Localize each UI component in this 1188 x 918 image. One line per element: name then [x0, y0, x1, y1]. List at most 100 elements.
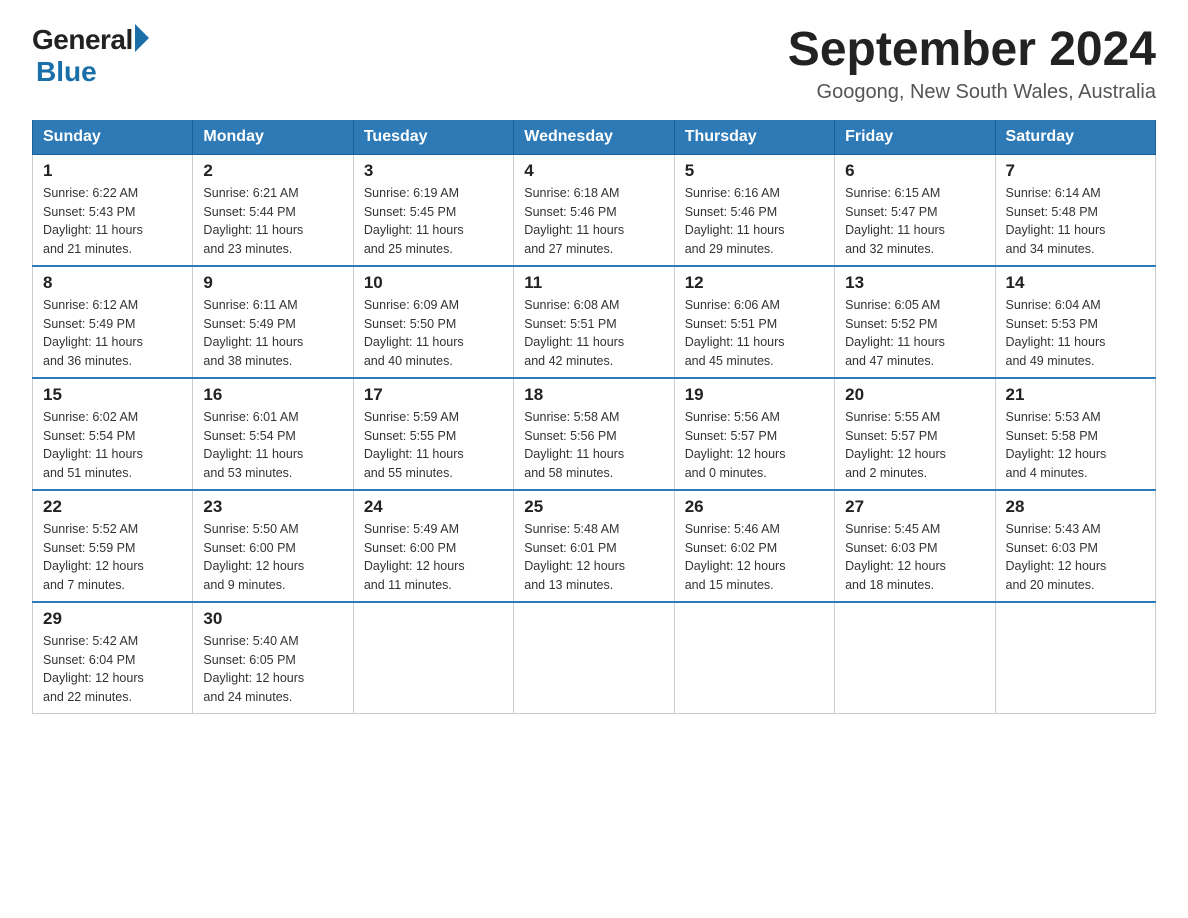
day-number: 8 [43, 273, 182, 293]
calendar-cell: 30 Sunrise: 5:40 AMSunset: 6:05 PMDayligh… [193, 602, 353, 714]
calendar-table: SundayMondayTuesdayWednesdayThursdayFrid… [32, 120, 1156, 714]
day-info: Sunrise: 6:09 AMSunset: 5:50 PMDaylight:… [364, 298, 464, 368]
calendar-cell: 22Sunrise: 5:52 AMSunset: 5:59 PMDayligh… [33, 490, 193, 602]
calendar-cell: 15 Sunrise: 6:02 AMSunset: 5:54 PMDayligh… [33, 378, 193, 490]
calendar-week-row: 29 Sunrise: 5:42 AMSunset: 6:04 PMDayligh… [33, 602, 1156, 714]
calendar-cell: 10 Sunrise: 6:09 AMSunset: 5:50 PMDayligh… [353, 266, 513, 378]
calendar-cell: 4Sunrise: 6:18 AMSunset: 5:46 PMDaylight… [514, 154, 674, 266]
day-info: Sunrise: 6:21 AMSunset: 5:44 PMDaylight:… [203, 186, 303, 256]
logo-top: General [32, 24, 149, 56]
day-info: Sunrise: 5:40 AMSunset: 6:05 PMDaylight:… [203, 634, 304, 704]
calendar-cell: 19 Sunrise: 5:56 AMSunset: 5:57 PMDayligh… [674, 378, 834, 490]
calendar-cell: 13 Sunrise: 6:05 AMSunset: 5:52 PMDayligh… [835, 266, 995, 378]
day-number: 5 [685, 161, 824, 181]
day-number: 23 [203, 497, 342, 517]
day-number: 30 [203, 609, 342, 629]
day-info: Sunrise: 6:02 AMSunset: 5:54 PMDaylight:… [43, 410, 143, 480]
day-info: Sunrise: 5:59 AMSunset: 5:55 PMDaylight:… [364, 410, 464, 480]
subtitle: Googong, New South Wales, Australia [788, 81, 1156, 104]
calendar-cell: 11Sunrise: 6:08 AMSunset: 5:51 PMDayligh… [514, 266, 674, 378]
calendar-cell [835, 602, 995, 714]
day-info: Sunrise: 6:05 AMSunset: 5:52 PMDaylight:… [845, 298, 945, 368]
day-number: 26 [685, 497, 824, 517]
calendar-cell: 25 Sunrise: 5:48 AMSunset: 6:01 PMDayligh… [514, 490, 674, 602]
day-number: 1 [43, 161, 182, 181]
calendar-cell: 28 Sunrise: 5:43 AMSunset: 6:03 PMDayligh… [995, 490, 1155, 602]
calendar-cell: 7 Sunrise: 6:14 AMSunset: 5:48 PMDaylight… [995, 154, 1155, 266]
day-number: 4 [524, 161, 663, 181]
day-number: 17 [364, 385, 503, 405]
logo-blue-text: Blue [36, 56, 97, 88]
day-number: 11 [524, 273, 663, 293]
day-info: Sunrise: 5:45 AMSunset: 6:03 PMDaylight:… [845, 522, 946, 592]
calendar-cell [674, 602, 834, 714]
day-number: 22 [43, 497, 182, 517]
calendar-week-row: 1 Sunrise: 6:22 AMSunset: 5:43 PMDaylight… [33, 154, 1156, 266]
calendar-cell: 27 Sunrise: 5:45 AMSunset: 6:03 PMDayligh… [835, 490, 995, 602]
calendar-cell: 14 Sunrise: 6:04 AMSunset: 5:53 PMDayligh… [995, 266, 1155, 378]
day-info: Sunrise: 5:49 AMSunset: 6:00 PMDaylight:… [364, 522, 465, 592]
calendar-cell: 8Sunrise: 6:12 AMSunset: 5:49 PMDaylight… [33, 266, 193, 378]
day-info: Sunrise: 6:06 AMSunset: 5:51 PMDaylight:… [685, 298, 785, 368]
day-info: Sunrise: 6:14 AMSunset: 5:48 PMDaylight:… [1006, 186, 1106, 256]
day-number: 14 [1006, 273, 1145, 293]
calendar-day-header: Sunday [33, 120, 193, 155]
day-number: 21 [1006, 385, 1145, 405]
page-header: General Blue September 2024 Googong, New… [32, 24, 1156, 104]
calendar-cell: 9 Sunrise: 6:11 AMSunset: 5:49 PMDaylight… [193, 266, 353, 378]
day-number: 3 [364, 161, 503, 181]
calendar-week-row: 8Sunrise: 6:12 AMSunset: 5:49 PMDaylight… [33, 266, 1156, 378]
day-info: Sunrise: 5:48 AMSunset: 6:01 PMDaylight:… [524, 522, 625, 592]
calendar-cell: 21 Sunrise: 5:53 AMSunset: 5:58 PMDayligh… [995, 378, 1155, 490]
calendar-cell: 3 Sunrise: 6:19 AMSunset: 5:45 PMDaylight… [353, 154, 513, 266]
day-info: Sunrise: 5:42 AMSunset: 6:04 PMDaylight:… [43, 634, 144, 704]
day-number: 27 [845, 497, 984, 517]
day-number: 12 [685, 273, 824, 293]
day-number: 24 [364, 497, 503, 517]
day-info: Sunrise: 6:04 AMSunset: 5:53 PMDaylight:… [1006, 298, 1106, 368]
calendar-cell: 1 Sunrise: 6:22 AMSunset: 5:43 PMDaylight… [33, 154, 193, 266]
day-number: 28 [1006, 497, 1145, 517]
day-number: 16 [203, 385, 342, 405]
calendar-cell: 17 Sunrise: 5:59 AMSunset: 5:55 PMDayligh… [353, 378, 513, 490]
calendar-cell: 5Sunrise: 6:16 AMSunset: 5:46 PMDaylight… [674, 154, 834, 266]
day-info: Sunrise: 6:19 AMSunset: 5:45 PMDaylight:… [364, 186, 464, 256]
day-number: 15 [43, 385, 182, 405]
day-number: 2 [203, 161, 342, 181]
calendar-cell: 23Sunrise: 5:50 AMSunset: 6:00 PMDayligh… [193, 490, 353, 602]
calendar-cell [353, 602, 513, 714]
day-info: Sunrise: 6:11 AMSunset: 5:49 PMDaylight:… [203, 298, 303, 368]
calendar-cell: 20 Sunrise: 5:55 AMSunset: 5:57 PMDayligh… [835, 378, 995, 490]
day-info: Sunrise: 5:56 AMSunset: 5:57 PMDaylight:… [685, 410, 786, 480]
day-info: Sunrise: 6:22 AMSunset: 5:43 PMDaylight:… [43, 186, 143, 256]
day-number: 19 [685, 385, 824, 405]
day-number: 25 [524, 497, 663, 517]
calendar-cell [995, 602, 1155, 714]
day-info: Sunrise: 5:58 AMSunset: 5:56 PMDaylight:… [524, 410, 624, 480]
day-number: 29 [43, 609, 182, 629]
day-number: 7 [1006, 161, 1145, 181]
calendar-cell: 16 Sunrise: 6:01 AMSunset: 5:54 PMDayligh… [193, 378, 353, 490]
calendar-day-header: Monday [193, 120, 353, 155]
calendar-cell: 18 Sunrise: 5:58 AMSunset: 5:56 PMDayligh… [514, 378, 674, 490]
calendar-week-row: 22Sunrise: 5:52 AMSunset: 5:59 PMDayligh… [33, 490, 1156, 602]
logo: General Blue [32, 24, 149, 88]
day-number: 18 [524, 385, 663, 405]
calendar-cell: 6Sunrise: 6:15 AMSunset: 5:47 PMDaylight… [835, 154, 995, 266]
day-number: 9 [203, 273, 342, 293]
day-info: Sunrise: 5:43 AMSunset: 6:03 PMDaylight:… [1006, 522, 1107, 592]
logo-triangle-icon [135, 24, 149, 52]
title-section: September 2024 Googong, New South Wales,… [788, 24, 1156, 104]
day-info: Sunrise: 6:15 AMSunset: 5:47 PMDaylight:… [845, 186, 945, 256]
calendar-cell: 12 Sunrise: 6:06 AMSunset: 5:51 PMDayligh… [674, 266, 834, 378]
calendar-cell: 29 Sunrise: 5:42 AMSunset: 6:04 PMDayligh… [33, 602, 193, 714]
day-info: Sunrise: 6:01 AMSunset: 5:54 PMDaylight:… [203, 410, 303, 480]
day-number: 13 [845, 273, 984, 293]
day-info: Sunrise: 5:53 AMSunset: 5:58 PMDaylight:… [1006, 410, 1107, 480]
day-info: Sunrise: 5:55 AMSunset: 5:57 PMDaylight:… [845, 410, 946, 480]
calendar-day-header: Thursday [674, 120, 834, 155]
day-number: 20 [845, 385, 984, 405]
day-number: 10 [364, 273, 503, 293]
calendar-day-header: Tuesday [353, 120, 513, 155]
calendar-cell: 2 Sunrise: 6:21 AMSunset: 5:44 PMDaylight… [193, 154, 353, 266]
